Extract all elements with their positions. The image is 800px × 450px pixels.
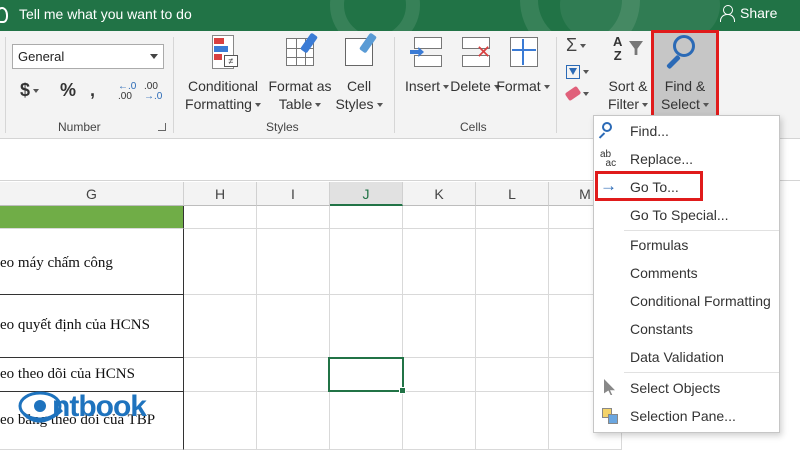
menu-item-formulas[interactable]: Formulas (594, 232, 779, 258)
cursor-icon (600, 379, 620, 397)
menu-item-constants[interactable]: Constants (594, 316, 779, 342)
grid-cell[interactable] (476, 229, 549, 295)
increase-decimal-button[interactable]: ←.0.00 (118, 82, 136, 102)
conditional-formatting-icon: ≠ (206, 35, 240, 71)
grid-cell[interactable] (476, 295, 549, 358)
grid-cell[interactable] (257, 206, 330, 229)
column-header-l[interactable]: L (476, 182, 549, 206)
lightbulb-icon (0, 7, 8, 23)
grid-cell[interactable] (257, 295, 330, 358)
grid-cell[interactable] (403, 392, 476, 450)
find-select-menu: Find... ab ac Replace... → Go To... Go T… (593, 115, 780, 433)
dialog-launcher-icon[interactable] (158, 123, 166, 131)
menu-item-data-validation[interactable]: Data Validation (594, 344, 779, 370)
person-icon (720, 5, 735, 22)
grid-cell[interactable] (403, 206, 476, 229)
percent-style-button[interactable]: % (60, 80, 76, 101)
group-separator (556, 37, 557, 133)
grid-cell[interactable] (184, 295, 257, 358)
insert-cells-button[interactable]: Insert (404, 35, 450, 95)
grid-cell[interactable] (403, 229, 476, 295)
group-separator (394, 37, 395, 133)
number-format-value: General (18, 49, 65, 64)
group-separator (173, 37, 174, 133)
delete-cells-icon: ✕ (458, 35, 492, 71)
sort-filter-button[interactable]: AZ Sort & Filter (606, 35, 650, 113)
format-cells-icon (506, 35, 540, 71)
grid-cell[interactable] (476, 358, 549, 392)
titlebar-decoration (330, 0, 420, 31)
format-as-table-button[interactable]: Format as Table (268, 32, 332, 113)
table-row[interactable]: eo quyết định của HCNS (0, 295, 184, 358)
grid-cell[interactable] (476, 206, 549, 229)
comma-style-button[interactable]: , (90, 80, 95, 101)
header-fill-cell[interactable] (0, 206, 184, 229)
clear-button[interactable] (564, 85, 589, 102)
grid-cell[interactable] (330, 295, 403, 358)
grid-cell[interactable] (257, 229, 330, 295)
grid-cell[interactable] (330, 229, 403, 295)
grid-cell[interactable] (330, 392, 403, 450)
sigma-icon: Σ (566, 35, 578, 55)
format-cells-button[interactable]: Format (496, 35, 550, 95)
grid-cell[interactable] (257, 358, 330, 392)
menu-item-comments[interactable]: Comments (594, 260, 779, 286)
decrease-decimal-button[interactable]: .00 →.0 (144, 82, 162, 102)
column-header-h[interactable]: H (184, 182, 257, 206)
grid-cell[interactable] (184, 392, 257, 450)
grid-cell[interactable] (184, 358, 257, 392)
format-as-table-icon (283, 32, 319, 71)
menu-item-find[interactable]: Find... (594, 118, 779, 144)
share-label: Share (740, 5, 778, 21)
autosum-button[interactable]: Σ (566, 35, 587, 56)
table-row[interactable]: eo máy chấm công (0, 229, 184, 295)
menu-item-go-to-special[interactable]: Go To Special... (594, 202, 779, 228)
menu-separator (624, 372, 779, 373)
delete-cells-button[interactable]: ✕ Delete (450, 35, 500, 95)
menu-item-replace[interactable]: ab ac Replace... (594, 146, 779, 172)
insert-cells-icon (410, 35, 444, 71)
menu-item-conditional-formatting[interactable]: Conditional Formatting (594, 288, 779, 314)
grid-cell[interactable] (403, 358, 476, 392)
fill-button[interactable] (566, 65, 589, 79)
titlebar-decoration (560, 0, 720, 31)
column-header-k[interactable]: K (403, 182, 476, 206)
menu-item-selection-pane[interactable]: Selection Pane... (594, 403, 779, 429)
grid-cell[interactable] (330, 206, 403, 229)
cell-styles-icon (342, 32, 378, 71)
chevron-down-icon (33, 89, 40, 94)
share-button[interactable]: Share (720, 5, 778, 22)
chevron-down-icon (150, 54, 158, 59)
sort-filter-icon: AZ (611, 35, 645, 71)
styles-group-label: Styles (266, 120, 299, 134)
column-header-i[interactable]: I (257, 182, 330, 206)
eraser-icon (564, 85, 582, 102)
group-separator (5, 37, 6, 133)
title-bar: Tell me what you want to do Share (0, 0, 800, 31)
cell-styles-button[interactable]: Cell Styles (334, 32, 384, 113)
grid-cell[interactable] (184, 229, 257, 295)
menu-item-select-objects[interactable]: Select Objects (594, 375, 779, 401)
grid-cell[interactable] (257, 392, 330, 450)
active-cell-j[interactable] (328, 357, 406, 394)
go-to-highlight-box (595, 171, 703, 201)
grid-cell[interactable] (476, 392, 549, 450)
number-format-dropdown[interactable]: General (12, 44, 164, 69)
currency-format-button[interactable]: $ (20, 80, 40, 101)
number-group-label: Number (58, 120, 101, 134)
column-header-g[interactable]: G (0, 182, 184, 206)
tell-me-search[interactable]: Tell me what you want to do (19, 6, 192, 22)
cells-group-label: Cells (460, 120, 487, 134)
magnifier-icon (598, 122, 620, 140)
find-select-highlight-box (651, 30, 719, 118)
replace-icon: ab ac (600, 149, 617, 169)
ntbook-logo-text: ntbook (52, 390, 147, 423)
conditional-formatting-button[interactable]: ≠ Conditional Formatting (185, 35, 261, 113)
fill-down-icon (566, 65, 580, 79)
column-header-j[interactable]: J (330, 182, 403, 206)
grid-cell[interactable] (184, 206, 257, 229)
menu-separator (624, 230, 779, 231)
selection-pane-icon (600, 407, 620, 425)
grid-cell[interactable] (403, 295, 476, 358)
